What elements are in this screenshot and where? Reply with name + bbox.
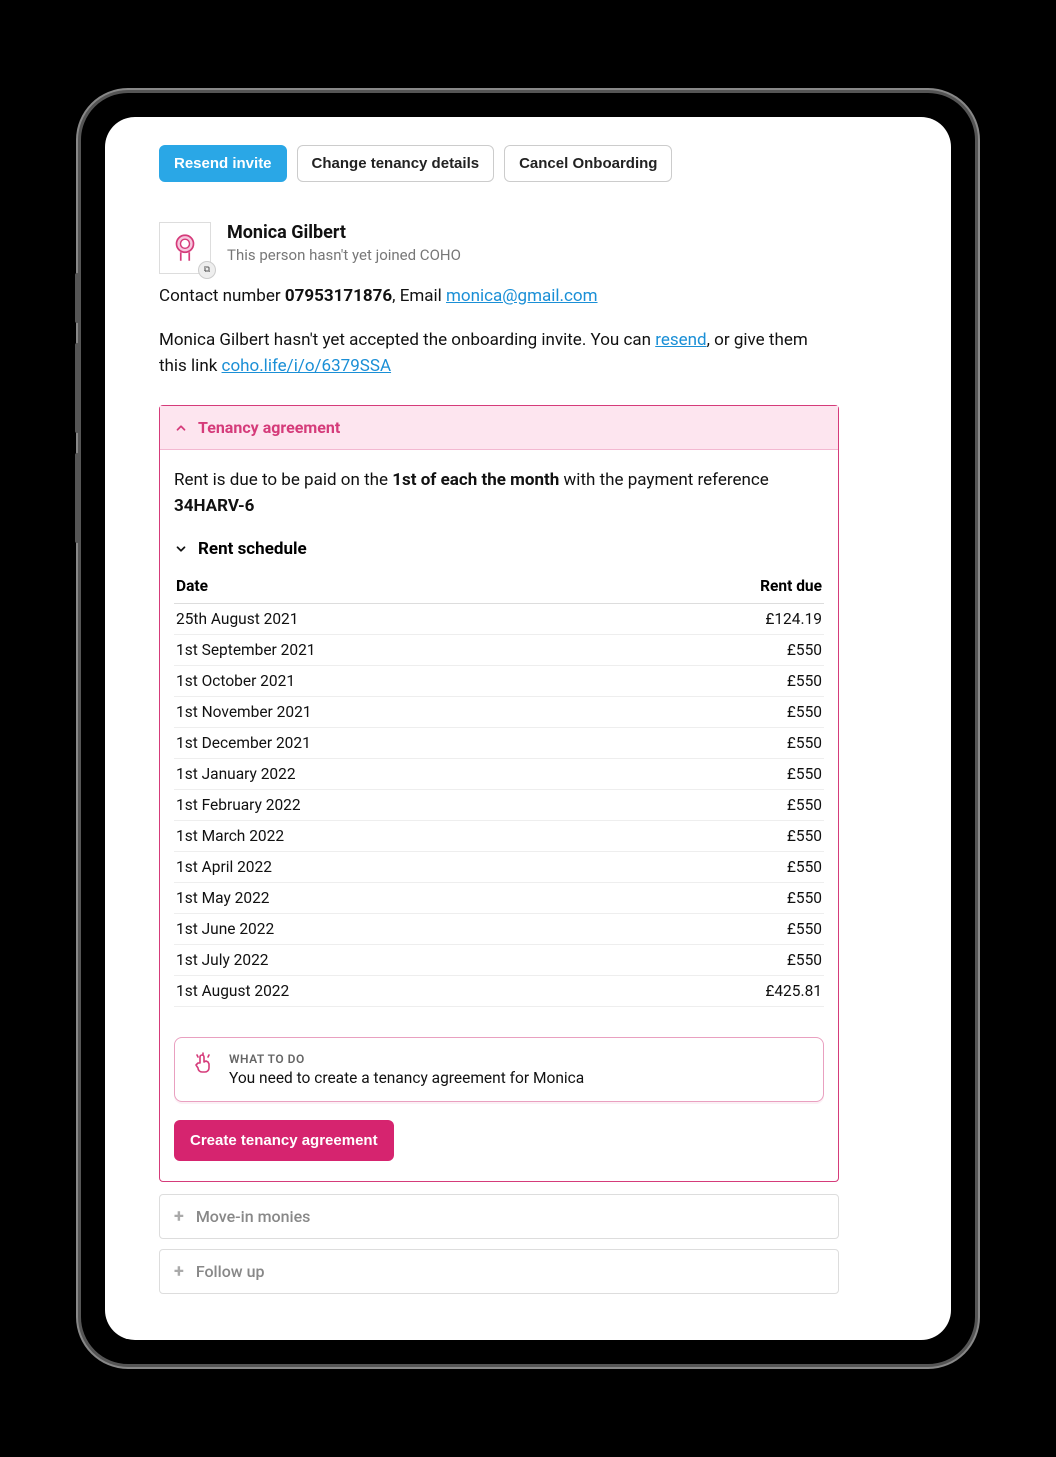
rent-amount: £550 [619,821,824,852]
plus-icon: + [174,1208,184,1226]
rent-date: 1st July 2022 [174,945,619,976]
rent-amount: £550 [619,759,824,790]
rent-amount: £550 [619,790,824,821]
person-header: ⧉ Monica Gilbert This person hasn't yet … [159,222,839,274]
tablet-side-button [75,273,79,323]
rent-date: 1st March 2022 [174,821,619,852]
rent-amount: £550 [619,883,824,914]
rent-date: 1st October 2021 [174,666,619,697]
rent-date: 1st September 2021 [174,635,619,666]
table-row: 25th August 2021£124.19 [174,604,824,635]
change-tenancy-button[interactable]: Change tenancy details [297,145,495,182]
rent-amount: £550 [619,852,824,883]
rent-date: 25th August 2021 [174,604,619,635]
rent-amount: £550 [619,914,824,945]
invite-paragraph: Monica Gilbert hasn't yet accepted the o… [159,328,839,379]
todo-text: You need to create a tenancy agreement f… [229,1069,584,1087]
invite-link[interactable]: coho.life/i/o/6379SSA [222,356,392,376]
avatar: ⧉ [159,222,211,274]
plus-icon: + [174,1263,184,1281]
chevron-down-icon [174,542,188,556]
contact-email-prefix: , Email [392,286,446,306]
rent-text-bold: 1st of each the month [392,470,559,490]
rent-amount: £550 [619,635,824,666]
contact-line: Contact number 07953171876, Email monica… [159,286,839,306]
rent-reference: 34HARV-6 [174,496,254,516]
person-join-status: This person hasn't yet joined COHO [227,246,461,264]
tablet-side-button [75,453,79,543]
move-in-monies-label: Move-in monies [196,1207,311,1226]
invite-text-1: Monica Gilbert hasn't yet accepted the o… [159,330,655,350]
chevron-up-icon [174,421,188,435]
rent-date: 1st August 2022 [174,976,619,1007]
contact-prefix: Contact number [159,286,285,306]
rent-amount: £550 [619,697,824,728]
tablet-frame: Resend invite Change tenancy details Can… [78,90,978,1367]
col-date: Date [174,569,619,604]
table-row: 1st August 2022£425.81 [174,976,824,1007]
resend-link[interactable]: resend [655,330,706,350]
rent-schedule-toggle[interactable]: Rent schedule [174,539,824,559]
resend-invite-button[interactable]: Resend invite [159,145,287,182]
rent-date: 1st May 2022 [174,883,619,914]
tenancy-panel-header[interactable]: Tenancy agreement [160,406,838,450]
table-row: 1st September 2021£550 [174,635,824,666]
rent-amount: £550 [619,945,824,976]
col-rent-due: Rent due [619,569,824,604]
rent-amount: £425.81 [619,976,824,1007]
tablet-side-button [75,343,79,433]
person-icon [168,231,202,265]
table-row: 1st June 2022£550 [174,914,824,945]
action-button-row: Resend invite Change tenancy details Can… [159,145,839,182]
rent-date: 1st April 2022 [174,852,619,883]
table-row: 1st November 2021£550 [174,697,824,728]
table-row: 1st October 2021£550 [174,666,824,697]
move-in-monies-panel[interactable]: + Move-in monies [159,1194,839,1239]
table-row: 1st February 2022£550 [174,790,824,821]
follow-up-label: Follow up [196,1262,265,1281]
create-tenancy-button[interactable]: Create tenancy agreement [174,1120,394,1161]
rent-amount: £124.19 [619,604,824,635]
pointer-icon [191,1052,215,1080]
rent-description: Rent is due to be paid on the 1st of eac… [174,468,824,519]
table-row: 1st May 2022£550 [174,883,824,914]
rent-date: 1st December 2021 [174,728,619,759]
rent-schedule-table: Date Rent due 25th August 2021£124.191st… [174,569,824,1007]
todo-title: WHAT TO DO [229,1052,584,1066]
rent-date: 1st January 2022 [174,759,619,790]
table-row: 1st July 2022£550 [174,945,824,976]
table-row: 1st January 2022£550 [174,759,824,790]
person-name: Monica Gilbert [227,222,461,243]
rent-date: 1st June 2022 [174,914,619,945]
tenancy-panel-title: Tenancy agreement [198,418,340,437]
todo-card: WHAT TO DO You need to create a tenancy … [174,1037,824,1102]
contact-phone: 07953171876 [285,286,392,306]
rent-text-mid: with the payment reference [559,470,769,490]
rent-amount: £550 [619,728,824,759]
rent-schedule-label: Rent schedule [198,539,307,559]
rent-date: 1st November 2021 [174,697,619,728]
table-row: 1st April 2022£550 [174,852,824,883]
rent-text-pre: Rent is due to be paid on the [174,470,392,490]
follow-up-panel[interactable]: + Follow up [159,1249,839,1294]
tenancy-panel-body: Rent is due to be paid on the 1st of eac… [160,450,838,1181]
screen: Resend invite Change tenancy details Can… [105,117,951,1340]
table-row: 1st December 2021£550 [174,728,824,759]
cancel-onboarding-button[interactable]: Cancel Onboarding [504,145,672,182]
table-row: 1st March 2022£550 [174,821,824,852]
rent-date: 1st February 2022 [174,790,619,821]
tenancy-agreement-panel: Tenancy agreement Rent is due to be paid… [159,405,839,1182]
rent-amount: £550 [619,666,824,697]
avatar-badge-icon: ⧉ [198,261,216,279]
contact-email-link[interactable]: monica@gmail.com [446,286,598,306]
